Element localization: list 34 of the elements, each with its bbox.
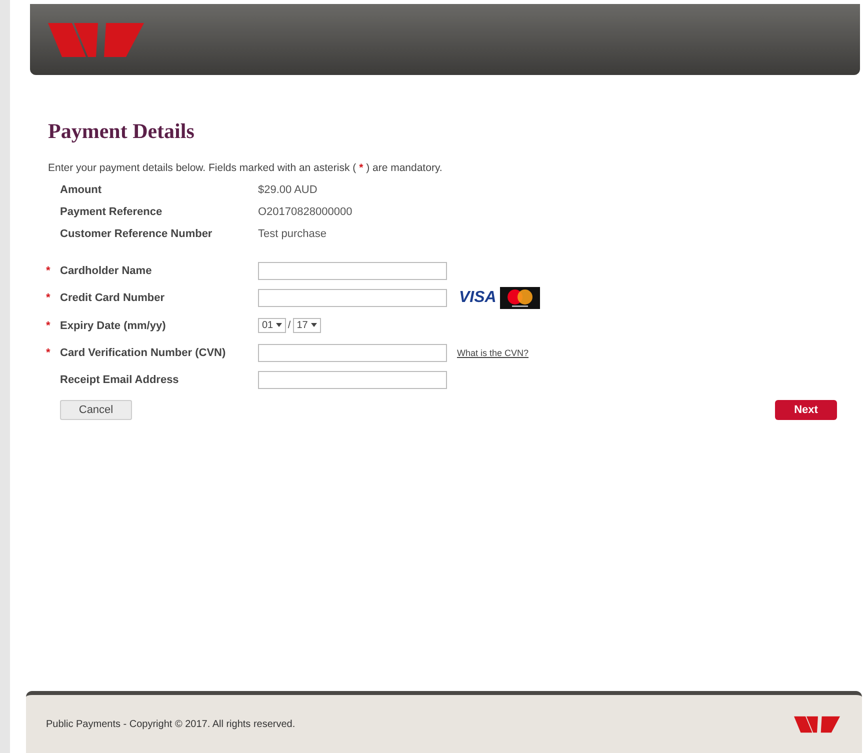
required-mark: * [46, 264, 50, 276]
summary-value: O20170828000000 [258, 206, 352, 218]
copyright-text: Public Payments - Copyright © 2017. All rights reserved. [46, 718, 296, 730]
mastercard-logo-icon [500, 287, 540, 309]
field-label: Card Verification Number (CVN) [60, 346, 227, 358]
input-field[interactable] [258, 289, 447, 307]
logo-icon [794, 716, 840, 732]
input-field[interactable] [258, 262, 447, 280]
field-label: Receipt Email Address [60, 374, 180, 386]
next-button[interactable]: Next [775, 400, 837, 420]
logo-icon [48, 22, 144, 56]
separator-text: / [288, 320, 291, 331]
required-mark: * [46, 320, 50, 332]
caret-icon [310, 323, 317, 328]
field-label: Credit Card Number [60, 292, 166, 304]
intro-text: Enter your payment details below. Fields marked with an asterisk ( * ) are mandatory. [48, 162, 444, 174]
summary-label: Payment Reference [59, 206, 164, 218]
required-mark: * [46, 292, 50, 304]
visa-logo: VISA [459, 289, 496, 307]
summary-label: Customer Reference Number [59, 228, 214, 240]
cancel-button[interactable]: Cancel [60, 400, 132, 420]
input-field[interactable] [258, 344, 447, 362]
field-label: Expiry Date (mm/yy) [60, 320, 167, 332]
cvn-help-link[interactable]: What is the CVN? [457, 348, 529, 358]
page-title: Payment Details [48, 119, 196, 144]
year-select[interactable]: 17 [292, 318, 321, 333]
summary-value: Test purchase [258, 228, 326, 240]
required-mark: * [46, 346, 50, 358]
summary-value: $29.00 AUD [258, 184, 318, 196]
caret-icon [276, 323, 282, 328]
month-select[interactable]: 01 [258, 318, 286, 333]
summary-label: Amount [59, 184, 103, 196]
input-field[interactable] [258, 370, 447, 388]
field-label: Cardholder Name [60, 264, 153, 276]
